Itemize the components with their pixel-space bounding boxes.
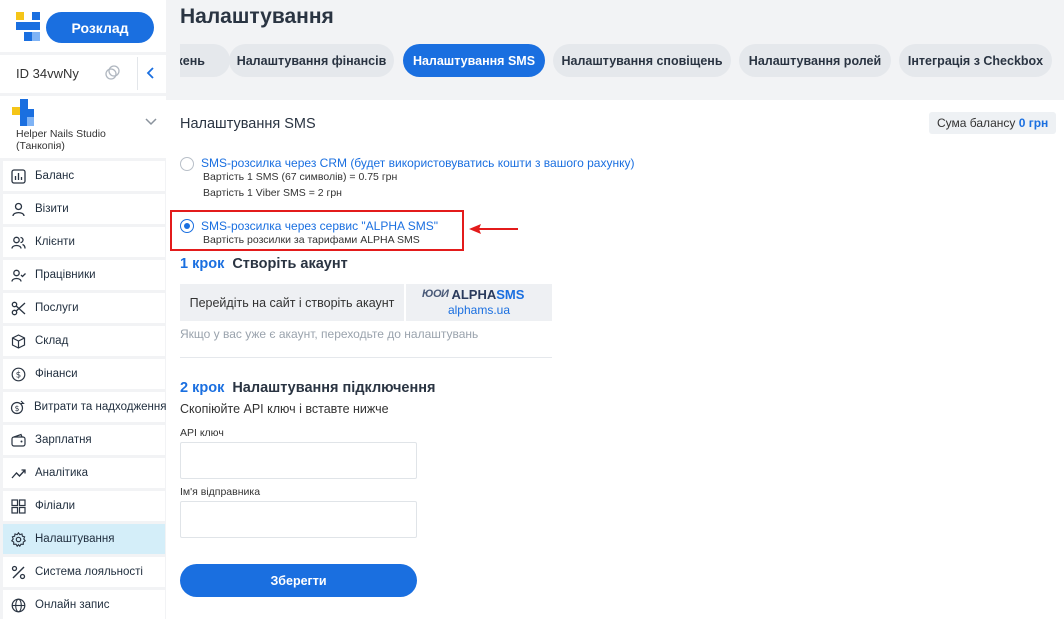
- tab-sms-settings[interactable]: Налаштування SMS: [403, 44, 545, 77]
- sidebar-item-label: Склад: [35, 335, 69, 347]
- sidebar-item-loyalty[interactable]: Система лояльності: [3, 557, 165, 587]
- alpha-sms-card[interactable]: ЮОИ ALPHA SMS alphams.ua: [406, 284, 552, 321]
- api-key-label: API ключ: [180, 427, 224, 439]
- sidebar-item-label: Фінанси: [35, 368, 78, 380]
- sms-settings-panel: Налаштування SMS Сума балансу 0 грн SMS-…: [166, 100, 1064, 619]
- step-1-title: Створіть акаунт: [232, 256, 348, 272]
- studio-selector[interactable]: Helper Nails Studio (Танкопія): [0, 96, 166, 158]
- step-2-description: Скопіюйте API ключ і вставте нижче: [180, 402, 389, 416]
- studio-name: Helper Nails Studio (Танкопія): [16, 128, 106, 152]
- tab-finance-settings[interactable]: Налаштування фінансів: [229, 44, 394, 77]
- percent-icon: [10, 564, 26, 580]
- sidebar-nav: Баланс Візити Клієнти Працівники Послуги…: [3, 161, 167, 619]
- page-title: Налаштування: [180, 5, 334, 28]
- sidebar-item-label: Зарплатня: [35, 434, 92, 446]
- sidebar-item-label: Налаштування: [35, 533, 115, 545]
- option-alpha-title[interactable]: SMS-розсилка через сервис "ALPHA SMS": [201, 219, 438, 233]
- sidebar-item-clients[interactable]: Клієнти: [3, 227, 165, 257]
- chart-icon: [10, 168, 26, 184]
- sidebar-item-services[interactable]: Послуги: [3, 293, 165, 323]
- sidebar-item-warehouse[interactable]: Склад: [3, 326, 165, 356]
- coins-icon: $: [10, 399, 25, 415]
- save-button[interactable]: Зберегти: [180, 564, 417, 597]
- studio-logo: [12, 99, 34, 126]
- account-id: ID 34vwNy: [16, 66, 79, 81]
- scissors-icon: [10, 300, 26, 316]
- sidebar-item-label: Витрати та надходження: [34, 401, 167, 413]
- divider: [180, 357, 552, 358]
- balance-label: Сума балансу: [937, 116, 1016, 130]
- option-crm-price-viber: Вартість 1 Viber SMS = 2 грн: [203, 187, 342, 199]
- tab-notification-settings[interactable]: Налаштування сповіщень: [553, 44, 731, 77]
- alpha-sms-mark: ЮОИ: [422, 288, 449, 300]
- dollar-icon: $: [10, 366, 26, 382]
- sidebar-item-label: Баланс: [35, 170, 75, 182]
- svg-text:$: $: [15, 404, 20, 413]
- step-2-heading: 2 крок Налаштування підключення: [180, 380, 435, 396]
- svg-text:$: $: [15, 370, 20, 380]
- alpha-sms-brand-a: ALPHA: [451, 286, 497, 302]
- alpha-sms-link[interactable]: alphams.ua: [406, 303, 552, 317]
- sidebar-item-label: Онлайн запис: [35, 599, 110, 611]
- sidebar-item-finances[interactable]: $ Фінанси: [3, 359, 165, 389]
- account-hint: Якщо у вас уже є акаунт, переходьте до н…: [180, 327, 479, 341]
- schedule-button[interactable]: Розклад: [46, 12, 154, 43]
- radio-crm[interactable]: [180, 157, 194, 171]
- sender-name-label: Ім'я відправника: [180, 486, 261, 498]
- sidebar-item-label: Послуги: [35, 302, 79, 314]
- radio-alpha-sms[interactable]: [180, 219, 194, 233]
- sidebar-item-label: Система лояльності: [35, 566, 143, 578]
- sidebar-item-settings[interactable]: Налаштування: [3, 524, 165, 554]
- balance-value: 0 грн: [1018, 116, 1049, 130]
- step-1-heading: 1 крок Створіть акаунт: [180, 256, 348, 272]
- alpha-sms-brand-b: SMS: [496, 286, 525, 302]
- option-alpha-price: Вартість розсилки за тарифами ALPHA SMS: [203, 234, 420, 246]
- api-key-input[interactable]: [180, 442, 417, 479]
- sidebar-item-analytics[interactable]: Аналітика: [3, 458, 165, 488]
- sidebar-item-label: Клієнти: [35, 236, 75, 248]
- sidebar-item-employees[interactable]: Працівники: [3, 260, 165, 290]
- option-crm-price-sms: Вартість 1 SMS (67 символів) = 0.75 грн: [203, 171, 398, 183]
- sidebar-item-branches[interactable]: Філіали: [3, 491, 165, 521]
- app-logo: [16, 12, 40, 41]
- sidebar-item-label: Візити: [35, 203, 69, 215]
- sidebar-item-visits[interactable]: Візити: [3, 194, 165, 224]
- sender-name-input[interactable]: [180, 501, 417, 538]
- tab-role-settings[interactable]: Налаштування ролей: [739, 44, 891, 77]
- sidebar-item-label: Філіали: [35, 500, 76, 512]
- sidebar-item-label: Працівники: [35, 269, 96, 281]
- chevron-left-icon: [146, 67, 154, 79]
- sidebar-item-balance[interactable]: Баланс: [3, 161, 165, 191]
- box-icon: [10, 333, 26, 349]
- settings-tabs: кень Налаштування фінансів Налаштування …: [180, 44, 1064, 78]
- sidebar-item-salary[interactable]: Зарплатня: [3, 425, 165, 455]
- option-crm-title[interactable]: SMS-розсилка через CRM (будет використов…: [201, 156, 634, 170]
- user-icon: [10, 201, 26, 217]
- arrow-left-icon: [469, 224, 518, 234]
- step-2-number: 2 крок: [180, 380, 225, 396]
- alpha-sms-logo: ЮОИ ALPHA SMS: [422, 286, 525, 302]
- gear-icon: [10, 531, 26, 547]
- copy-icon[interactable]: [104, 65, 120, 81]
- step-2-title: Налаштування підключення: [232, 380, 436, 396]
- create-account-button[interactable]: Перейдіть на сайт і створіть акаунт: [180, 284, 404, 321]
- sidebar-item-expenses[interactable]: $ Витрати та надходження: [3, 392, 167, 422]
- chevron-down-icon[interactable]: [145, 118, 157, 126]
- collapse-sidebar-button[interactable]: [137, 57, 165, 90]
- balance-badge: Сума балансу 0 грн: [929, 112, 1057, 134]
- globe-icon: [10, 597, 26, 613]
- section-title: Налаштування SMS: [180, 116, 316, 132]
- trend-icon: [10, 465, 26, 481]
- wallet-icon: [10, 432, 26, 448]
- grid-icon: [10, 498, 26, 514]
- sidebar: Розклад ID 34vwNy Helper Nails Studio (Т…: [0, 0, 166, 619]
- users-icon: [10, 234, 26, 250]
- tab-previous[interactable]: кень: [180, 44, 230, 77]
- user-check-icon: [10, 267, 26, 283]
- logo-row: Розклад: [0, 0, 166, 52]
- step-1-number: 1 крок: [180, 256, 225, 272]
- sidebar-item-label: Аналітика: [35, 467, 89, 479]
- sidebar-item-online-booking[interactable]: Онлайн запис: [3, 590, 165, 619]
- tab-checkbox-integration[interactable]: Інтеграція з Checkbox: [899, 44, 1052, 77]
